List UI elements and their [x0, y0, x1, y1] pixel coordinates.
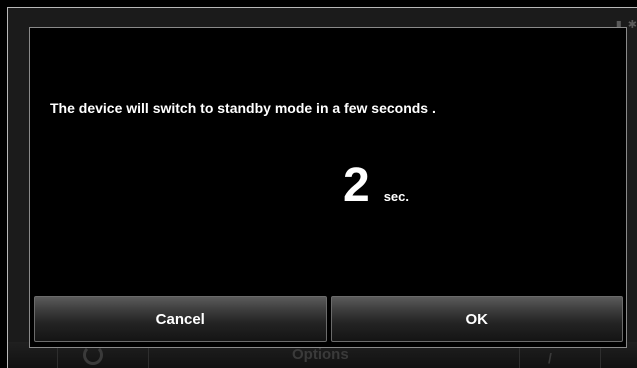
standby-dialog: The device will switch to standby mode i…	[29, 27, 627, 348]
settings-icon: ✱	[627, 19, 637, 31]
countdown: 2 sec.	[343, 162, 409, 210]
screen: ▮ ✱ Options / The device will switch to …	[0, 0, 637, 368]
dialog-button-row: Cancel OK	[34, 296, 623, 344]
cancel-button[interactable]: Cancel	[34, 296, 327, 342]
wrench-icon: /	[548, 350, 552, 366]
standby-message: The device will switch to standby mode i…	[50, 100, 436, 116]
countdown-number: 2	[343, 159, 370, 212]
ok-button[interactable]: OK	[330, 296, 623, 342]
countdown-unit: sec.	[383, 189, 410, 204]
background-options-label: Options	[292, 346, 349, 363]
refresh-icon	[83, 345, 103, 365]
